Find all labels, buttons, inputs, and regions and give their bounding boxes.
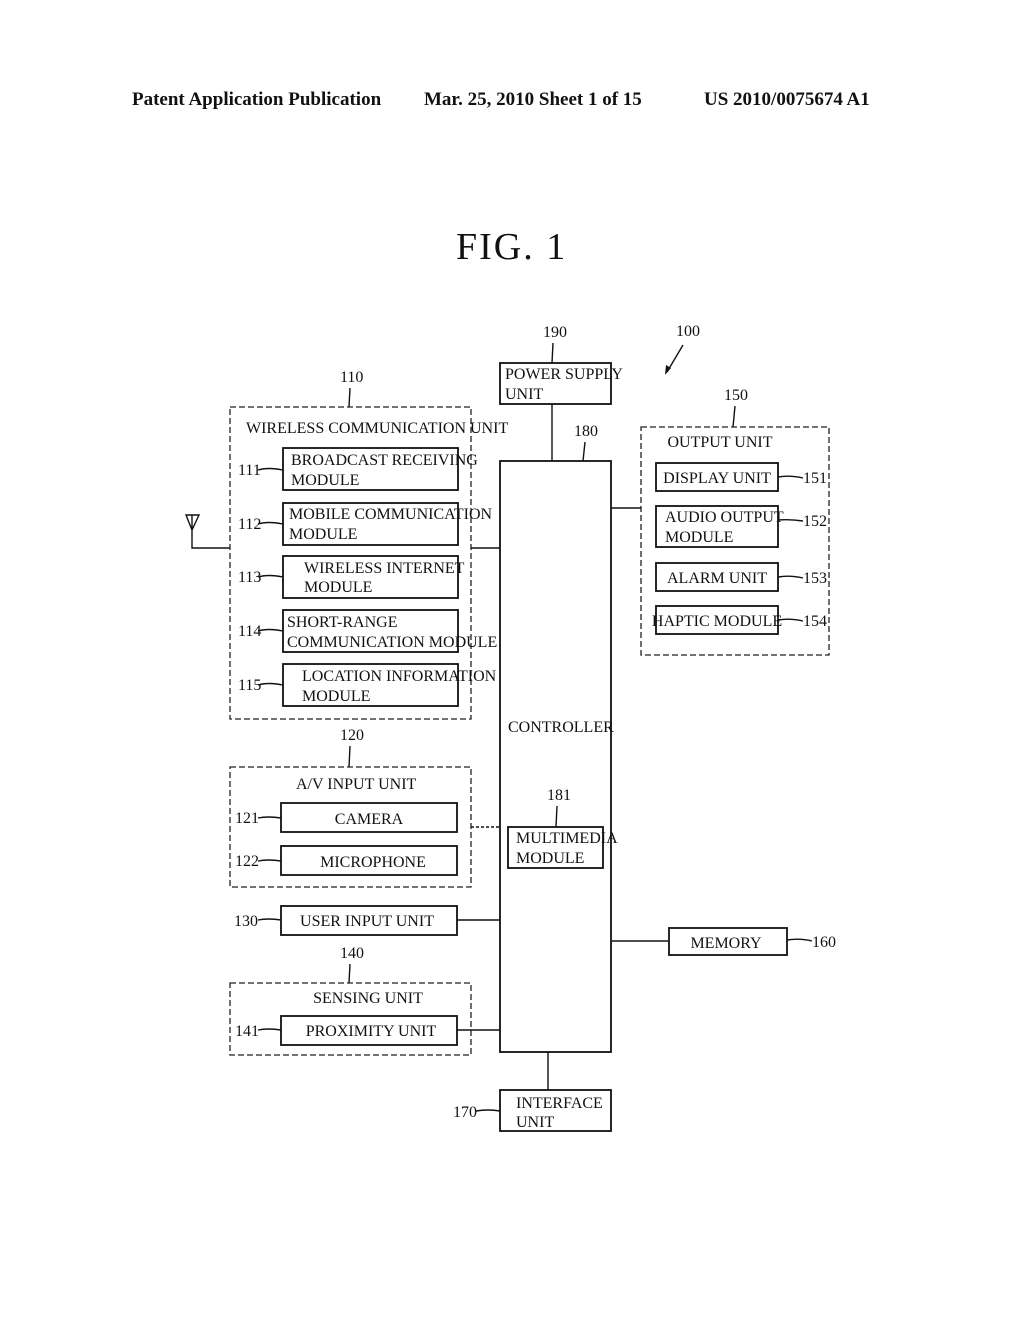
- module-label: LOCATION INFORMATION: [302, 668, 497, 685]
- module-location-information[interactable]: 115 LOCATION INFORMATION MODULE: [238, 663, 497, 707]
- module-label: USER INPUT UNIT: [300, 913, 434, 930]
- module-label: SHORT-RANGE: [287, 614, 397, 631]
- ref-151: 151: [803, 470, 827, 487]
- module-label: MULTIMEDIA: [516, 830, 618, 847]
- controller-label: CONTROLLER: [508, 719, 614, 736]
- ref-114: 114: [238, 623, 261, 640]
- module-display[interactable]: DISPLAY UNIT 151: [655, 462, 827, 492]
- power-supply-unit[interactable]: 190 POWER SUPPLY UNIT: [499, 324, 623, 405]
- av-input-title: A/V INPUT UNIT: [296, 776, 417, 793]
- interface-unit[interactable]: 170 INTERFACE UNIT: [453, 1089, 612, 1132]
- ref-160: 160: [812, 934, 836, 951]
- ref-152: 152: [803, 513, 827, 530]
- module-label: WIRELESS INTERNET: [304, 560, 465, 577]
- sensing-unit[interactable]: 140 SENSING UNIT 141 PROXIMITY UNIT: [229, 945, 472, 1056]
- module-label: CAMERA: [335, 811, 404, 828]
- module-label: UNIT: [505, 386, 543, 403]
- module-label: MOBILE COMMUNICATION: [289, 506, 493, 523]
- ref-150: 150: [724, 387, 748, 404]
- module-label: MODULE: [516, 850, 584, 867]
- ref-181: 181: [547, 787, 571, 804]
- output-unit[interactable]: 150 OUTPUT UNIT DISPLAY UNIT 151 AUDIO O…: [640, 387, 830, 656]
- sensing-title: SENSING UNIT: [313, 990, 423, 1007]
- module-alarm[interactable]: ALARM UNIT 153: [655, 562, 827, 592]
- module-label: PROXIMITY UNIT: [306, 1023, 437, 1040]
- module-label: POWER SUPPLY: [505, 366, 623, 383]
- block-diagram: 100 110 WIRELESS COMMUNICATION UNIT 111 …: [184, 323, 836, 1132]
- module-microphone[interactable]: 122 MICROPHONE: [235, 845, 458, 876]
- module-label: MODULE: [665, 529, 733, 546]
- module-proximity[interactable]: 141 PROXIMITY UNIT: [235, 1015, 458, 1046]
- module-label: MODULE: [302, 688, 370, 705]
- module-label: MODULE: [291, 472, 359, 489]
- user-input-unit[interactable]: 130 USER INPUT UNIT: [234, 905, 458, 936]
- ref-122: 122: [235, 853, 259, 870]
- ref-153: 153: [803, 570, 827, 587]
- ref-112: 112: [238, 516, 261, 533]
- module-label: INTERFACE: [516, 1095, 603, 1112]
- memory[interactable]: MEMORY 160: [668, 927, 836, 956]
- ref-180: 180: [574, 423, 598, 440]
- ref-154: 154: [803, 613, 827, 630]
- module-label: MICROPHONE: [320, 854, 426, 871]
- module-label: DISPLAY UNIT: [663, 470, 771, 487]
- module-label: MODULE: [289, 526, 357, 543]
- wireless-unit-title: WIRELESS COMMUNICATION UNIT: [246, 420, 508, 437]
- module-label: ALARM UNIT: [667, 570, 767, 587]
- device-reference: 100: [665, 323, 700, 375]
- module-label: HAPTIC MODULE: [652, 613, 782, 630]
- ref-141: 141: [235, 1023, 259, 1040]
- module-label: MEMORY: [690, 935, 762, 952]
- ref-113: 113: [238, 569, 261, 586]
- module-wireless-internet[interactable]: 113 WIRELESS INTERNET MODULE: [238, 555, 465, 599]
- module-label: COMMUNICATION MODULE: [287, 634, 497, 651]
- module-camera[interactable]: 121 CAMERA: [235, 802, 458, 833]
- ref-121: 121: [235, 810, 259, 827]
- module-short-range-communication[interactable]: 114 SHORT-RANGE COMMUNICATION MODULE: [238, 609, 497, 653]
- av-input-unit[interactable]: 120 A/V INPUT UNIT 121 CAMERA 122 MICROP…: [229, 727, 472, 888]
- ref-115: 115: [238, 677, 261, 694]
- ref-170: 170: [453, 1104, 477, 1121]
- wireless-communication-unit[interactable]: 110 WIRELESS COMMUNICATION UNIT 111 BROA…: [229, 369, 508, 720]
- ref-110: 110: [340, 369, 363, 386]
- ref-100: 100: [676, 323, 700, 340]
- antenna-icon: [184, 514, 230, 549]
- module-label: UNIT: [516, 1114, 554, 1131]
- module-label: AUDIO OUTPUT: [665, 509, 784, 526]
- ref-190: 190: [543, 324, 567, 341]
- output-title: OUTPUT UNIT: [667, 434, 772, 451]
- ref-120: 120: [340, 727, 364, 744]
- module-label: BROADCAST RECEIVING: [291, 452, 478, 469]
- module-haptic[interactable]: HAPTIC MODULE 154: [652, 605, 827, 635]
- module-audio-output[interactable]: AUDIO OUTPUT MODULE 152: [655, 505, 827, 548]
- module-mobile-communication[interactable]: 112 MOBILE COMMUNICATION MODULE: [238, 502, 493, 546]
- module-label: MODULE: [304, 579, 372, 596]
- ref-140: 140: [340, 945, 364, 962]
- ref-130: 130: [234, 913, 258, 930]
- controller[interactable]: 180 CONTROLLER 181 MULTIMEDIA MODULE: [499, 423, 618, 1053]
- ref-111: 111: [238, 462, 261, 479]
- module-broadcast-receiving[interactable]: 111 BROADCAST RECEIVING MODULE: [238, 447, 478, 491]
